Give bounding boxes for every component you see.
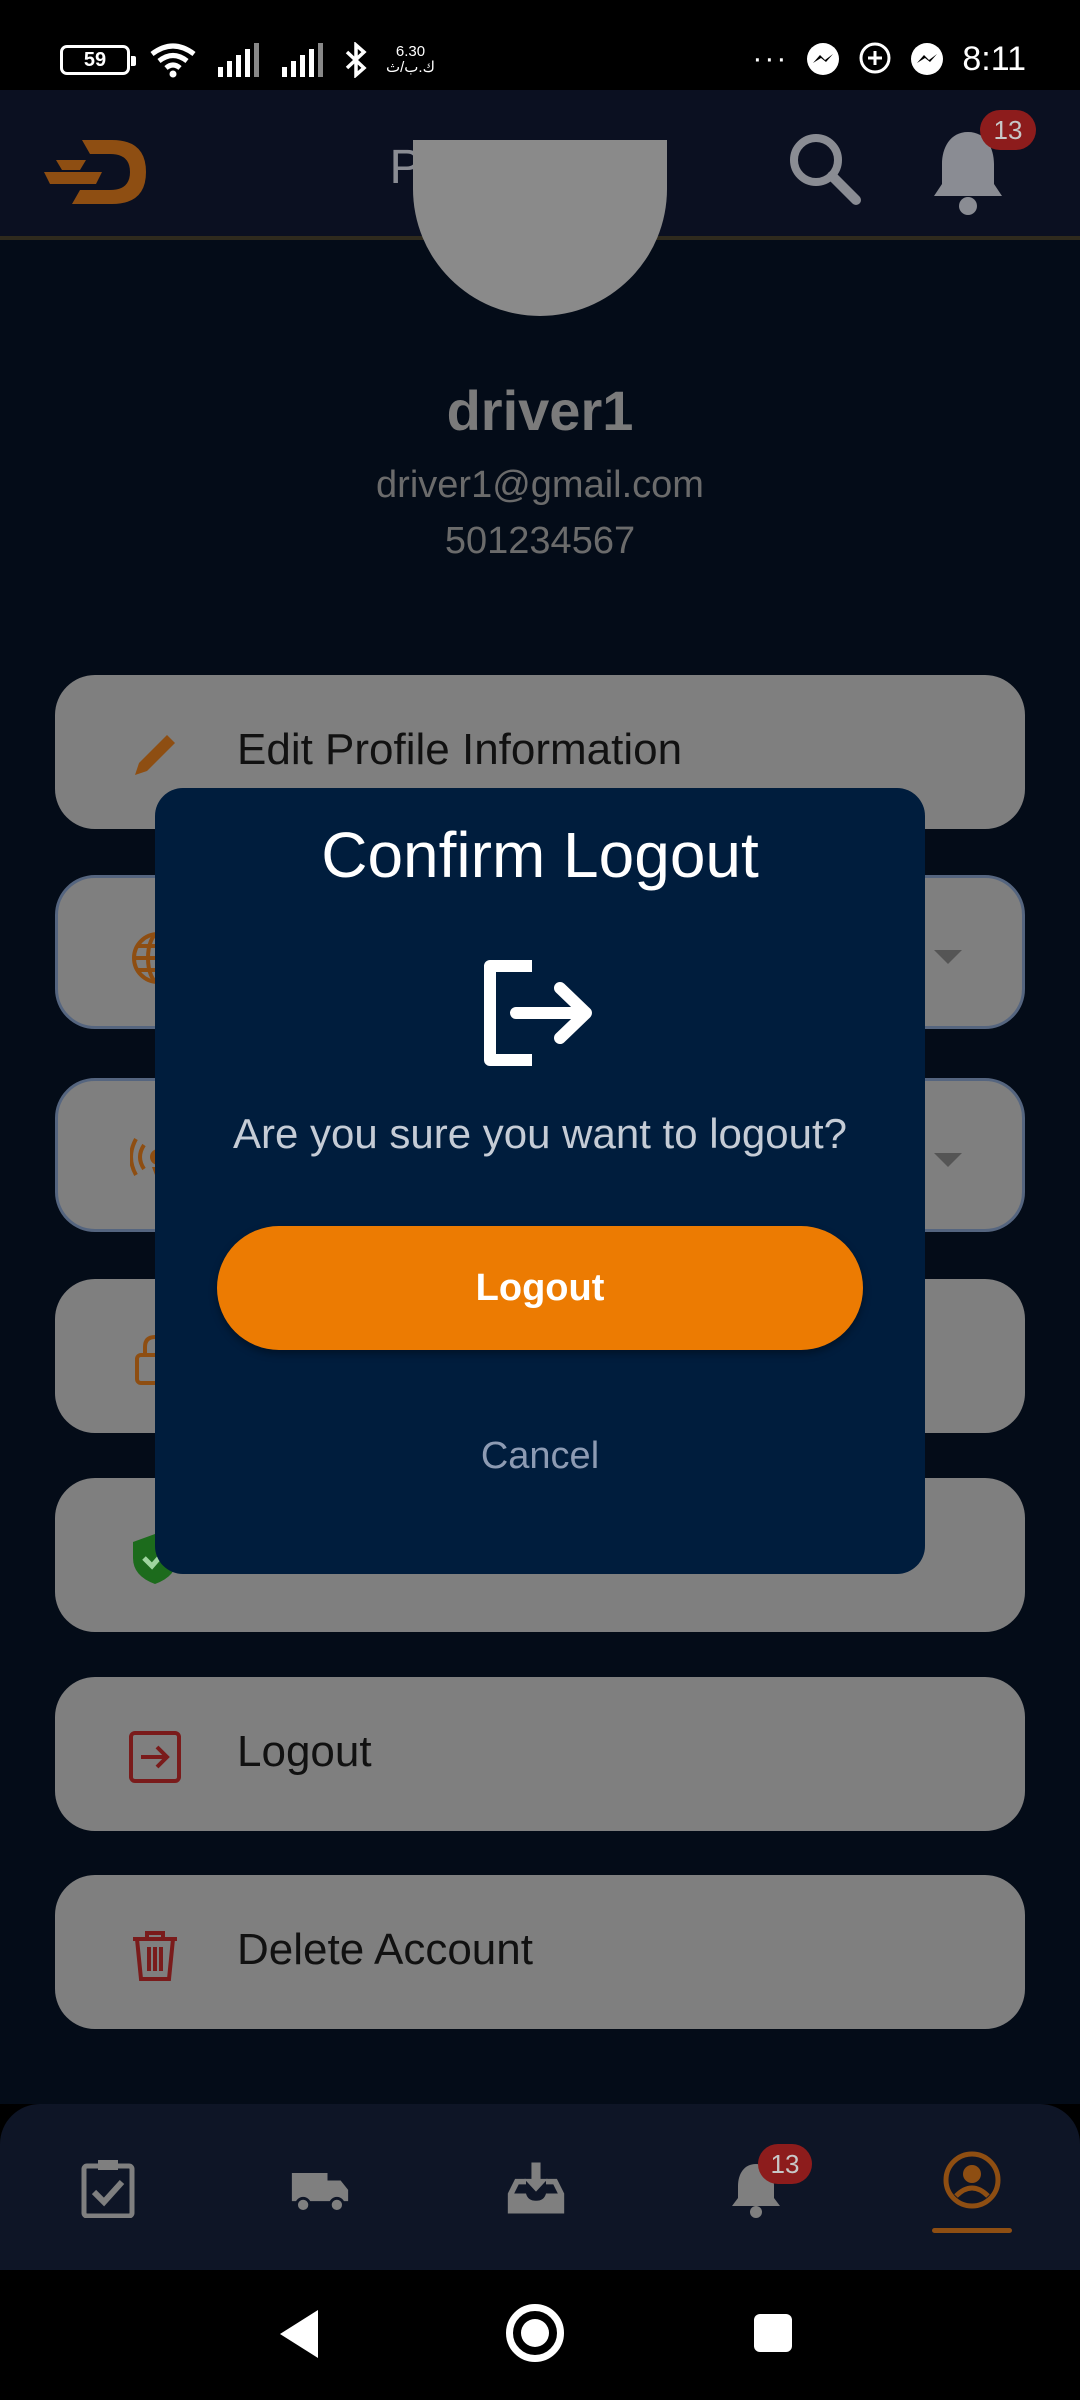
- inbox-download-icon[interactable]: [506, 2158, 566, 2218]
- profile-username: driver1: [446, 379, 634, 442]
- home-icon[interactable]: [506, 2304, 564, 2362]
- status-right: ··· 8:11: [752, 36, 1026, 82]
- messenger-icon-2: [911, 43, 944, 75]
- delete-account-button[interactable]: Delete Account: [55, 1875, 1025, 2029]
- cancel-button[interactable]: Cancel: [390, 1416, 690, 1496]
- recent-apps-icon[interactable]: [754, 2314, 792, 2352]
- dialog-title: Confirm Logout: [321, 819, 759, 891]
- wifi-icon: [150, 43, 196, 78]
- nav-notification-badge: 13: [758, 2144, 812, 2184]
- chat-plus-icon: [859, 42, 891, 74]
- notification-count-badge: 13: [980, 110, 1036, 150]
- clock: 8:11: [962, 39, 1026, 78]
- messenger-icon: [807, 43, 840, 75]
- status-bar: 59 6.30 ك.ب/ث ··· 8:11: [0, 0, 1080, 90]
- back-icon[interactable]: [280, 2310, 318, 2358]
- confirm-logout-dialog: Confirm Logout Are you sure you want to …: [155, 788, 925, 1574]
- network-speed-unit: ك.ب/ث: [386, 59, 435, 76]
- logout-icon: [129, 1731, 181, 1783]
- chevron-down-icon: [934, 950, 962, 964]
- avatar[interactable]: [413, 140, 667, 316]
- search-icon[interactable]: [784, 128, 864, 208]
- chevron-down-icon: [934, 1153, 962, 1167]
- truck-icon[interactable]: [290, 2158, 350, 2218]
- bluetooth-icon: [345, 42, 367, 78]
- active-tab-indicator: [932, 2228, 1012, 2233]
- logout-menu-button[interactable]: Logout: [55, 1677, 1025, 1831]
- status-left: 59 6.30 ك.ب/ث: [60, 40, 435, 80]
- profile-icon[interactable]: [942, 2150, 1002, 2210]
- network-speed-value: 6.30: [395, 43, 426, 60]
- signal-icon-2: [282, 43, 323, 77]
- logout-icon: [484, 960, 592, 1066]
- profile-phone: 501234567: [444, 520, 636, 562]
- profile-email: driver1@gmail.com: [376, 464, 704, 506]
- edit-profile-label: Edit Profile Information: [237, 725, 683, 774]
- dialog-message: Are you sure you want to logout?: [232, 1110, 848, 1157]
- network-speed: 6.30 ك.ب/ث: [386, 44, 435, 76]
- more-notifications-icon: ···: [752, 42, 789, 75]
- logout-menu-label: Logout: [237, 1727, 372, 1776]
- signal-icon: [218, 43, 259, 77]
- battery-icon: 59: [60, 45, 136, 75]
- tasks-icon[interactable]: [78, 2158, 138, 2218]
- bottom-navigation: 13: [0, 2104, 1080, 2270]
- confirm-logout-button[interactable]: Logout: [217, 1226, 863, 1350]
- pencil-icon: [135, 735, 175, 775]
- system-navigation-bar: [0, 2270, 1080, 2400]
- trash-icon: [133, 1931, 177, 1981]
- delete-account-label: Delete Account: [237, 1925, 533, 1974]
